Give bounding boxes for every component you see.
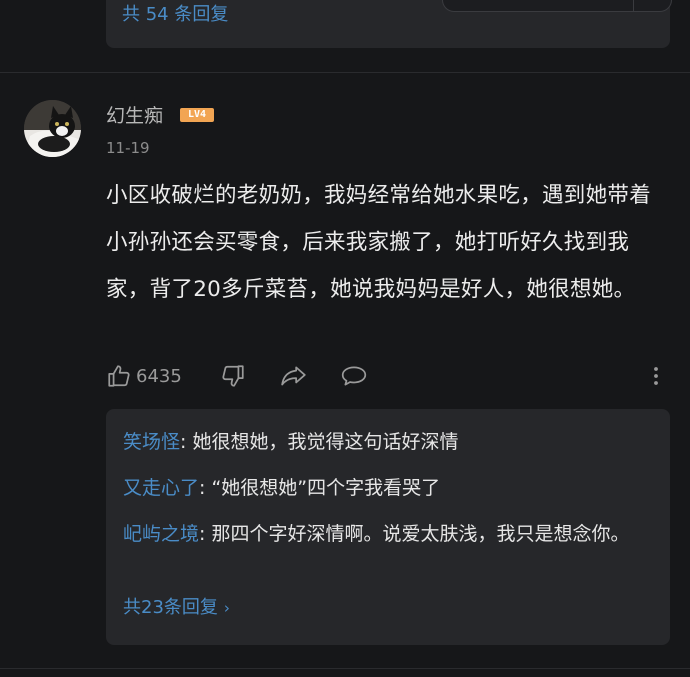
like-count: 6435: [136, 365, 182, 387]
chevron-right-icon: ›: [223, 599, 230, 617]
reply-item: 笑场怪: 她很想她，我觉得这句话好深情: [123, 426, 653, 459]
reply-nickname[interactable]: 又走心了: [123, 477, 199, 499]
bottom-divider: [0, 668, 690, 669]
avatar[interactable]: [24, 100, 81, 157]
prev-more-replies-link[interactable]: 共 54 条回复: [122, 0, 228, 26]
more-vertical-icon: [652, 363, 660, 389]
dislike-button[interactable]: [220, 362, 246, 390]
comment-divider: [0, 72, 690, 73]
share-button[interactable]: [280, 362, 308, 390]
thumbs-up-icon: [106, 363, 132, 389]
replies-box: 笑场怪: 她很想她，我觉得这句话好深情 又走心了: “她很想她”四个字我看哭了 …: [106, 409, 670, 645]
comment-text: 小区收破烂的老奶奶，我妈经常给她水果吃，遇到她带着小孙孙还会买零食，后来我家搬了…: [106, 183, 652, 302]
reply-text: : 她很想她，我觉得这句话好深情: [180, 431, 459, 453]
reply-nickname[interactable]: 屺屿之境: [123, 523, 199, 545]
prev-action-pill[interactable]: [442, 0, 672, 12]
level-badge: LV4: [180, 108, 214, 122]
reply-button[interactable]: [340, 362, 368, 390]
share-icon: [280, 363, 308, 389]
comment-icon: [340, 363, 368, 389]
comment-actions: 6435: [106, 362, 670, 390]
more-replies-label: 共23条回复: [123, 597, 218, 618]
reply-nickname[interactable]: 笑场怪: [123, 431, 180, 453]
reply-text: : 那四个字好深情啊。说爱太肤浅，我只是想念你。: [199, 523, 630, 545]
comment-username[interactable]: 幻生痴: [106, 101, 163, 128]
thumbs-down-icon: [220, 363, 246, 389]
more-options-button[interactable]: [652, 362, 660, 390]
cat-avatar-image: [24, 100, 81, 157]
reply-item: 屺屿之境: 那四个字好深情啊。说爱太肤浅，我只是想念你。: [123, 518, 653, 551]
reply-text: : “她很想她”四个字我看哭了: [199, 477, 441, 499]
reply-item: 又走心了: “她很想她”四个字我看哭了: [123, 472, 653, 505]
more-replies-link[interactable]: 共23条回复 ›: [123, 596, 230, 620]
prev-pill-divider: [633, 0, 634, 11]
like-button[interactable]: 6435: [106, 362, 182, 390]
comment-date: 11-19: [106, 139, 150, 157]
